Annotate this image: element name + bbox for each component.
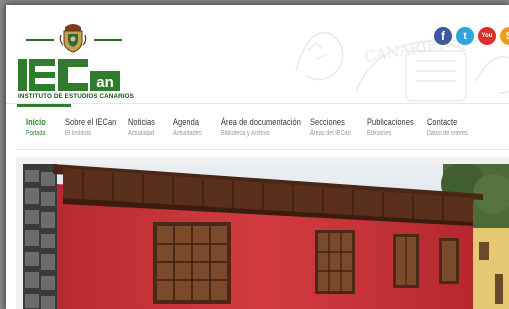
logo-tagline: INSTITUTO DE ESTUDIOS CANARIOS <box>18 93 134 100</box>
youtube-icon[interactable]: You <box>478 27 496 45</box>
nav-title: Noticias <box>128 117 155 128</box>
rss-icon[interactable]: S <box>500 27 509 45</box>
nav-item-noticias[interactable]: Noticias Actualidad <box>128 117 163 137</box>
coat-of-arms-icon <box>59 24 87 53</box>
nav-item-sobre[interactable]: Sobre el IECan El Instituto <box>65 117 131 137</box>
nav-subtitle: Biblioteca y Archivo <box>221 130 270 137</box>
nav-item-inicio[interactable]: Inicio Portada <box>26 117 51 137</box>
iecan-wordmark: an <box>18 59 120 91</box>
nav-title: Sobre el IECan <box>65 117 117 128</box>
site-logo[interactable]: an INSTITUTO DE ESTUDIOS CANARIOS <box>16 19 134 101</box>
nav-subtitle: Portada <box>26 130 46 137</box>
nav-subtitle: Ediciones <box>367 130 392 137</box>
svg-text:an: an <box>96 74 114 91</box>
twitter-icon[interactable]: t <box>456 27 474 45</box>
logo-rule-right <box>94 39 122 41</box>
nav-divider <box>16 149 509 150</box>
nav-title: Contacte <box>427 117 458 128</box>
nav-title: Publicaciones <box>367 117 414 128</box>
nav-item-contacte[interactable]: Contacte Datos de interés <box>427 117 478 137</box>
nav-subtitle: Datos de interés <box>427 130 468 137</box>
hero-image[interactable] <box>23 164 509 309</box>
nav-item-secciones[interactable]: Secciones Áreas del IECan <box>310 117 361 137</box>
nav-item-publicaciones[interactable]: Publicaciones Ediciones <box>367 117 427 137</box>
nav-subtitle: Actualidad <box>128 130 155 137</box>
hero-slider <box>16 157 509 309</box>
nav-title: Inicio <box>26 117 46 128</box>
site-header: CANARIENSIUM an INSTITUTO DE ESTUDIOS CA… <box>6 5 509 103</box>
nav-subtitle: Áreas del IECan <box>310 130 351 137</box>
nav-item-documentacion[interactable]: Área de documentación Biblioteca y Archi… <box>221 117 323 137</box>
browser-page: CANARIENSIUM an INSTITUTO DE ESTUDIOS CA… <box>6 5 509 309</box>
nav-title: Agenda <box>173 117 200 128</box>
nav-title: Área de documentación <box>221 117 301 128</box>
watermark-seal-icon: CANARIENSIUM <box>295 26 509 102</box>
logo-rule-left <box>26 39 54 41</box>
main-navigation: Inicio Portada Sobre el IECan El Institu… <box>6 103 509 149</box>
nav-title: Secciones <box>310 117 345 128</box>
nav-subtitle: El Instituto <box>65 130 92 137</box>
nav-item-agenda[interactable]: Agenda Actividades <box>173 117 209 137</box>
nav-subtitle: Actividades <box>173 130 202 137</box>
social-links: f t You S <box>434 27 509 45</box>
building-facade-image <box>23 164 509 309</box>
facebook-icon[interactable]: f <box>434 27 452 45</box>
active-nav-indicator <box>17 104 71 107</box>
